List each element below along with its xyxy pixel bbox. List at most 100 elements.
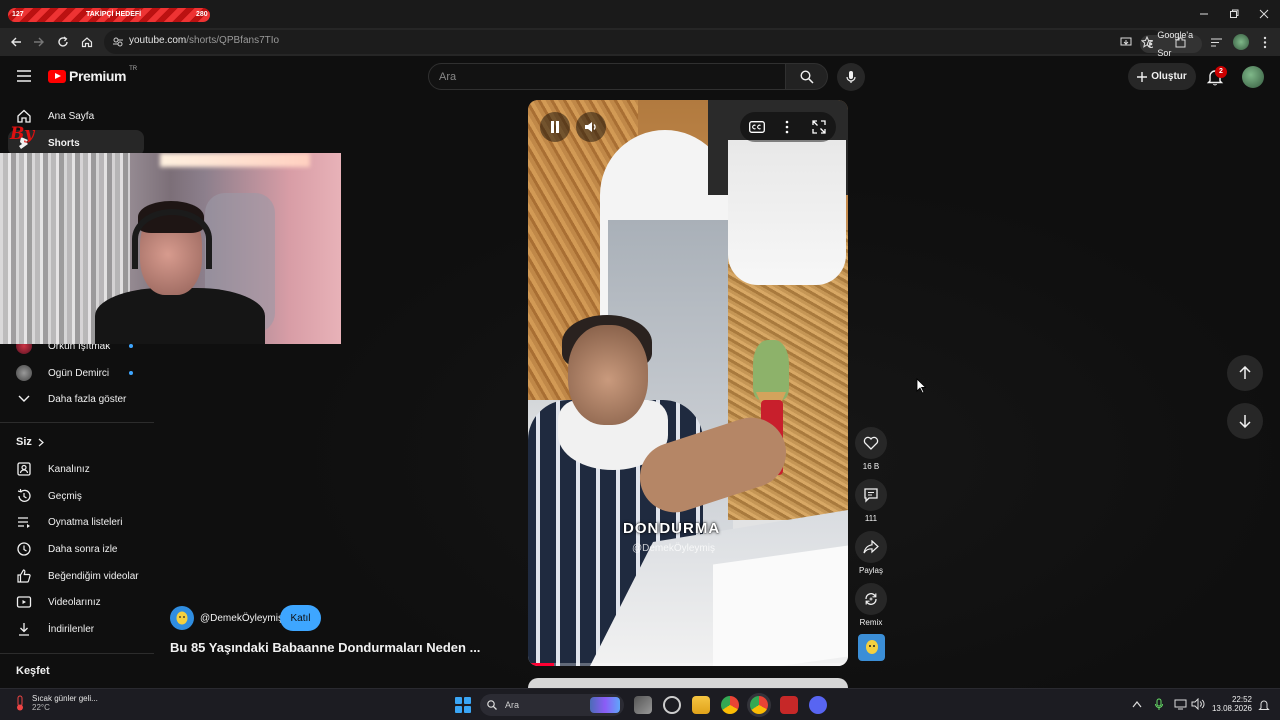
channel-thumbnail[interactable] [858,634,885,661]
speaker-icon[interactable] [1191,698,1205,710]
reload-button[interactable] [53,32,73,52]
thermometer-icon [17,695,23,711]
create-label: Oluştur [1151,71,1187,82]
browser-toolbar: youtube.com/shorts/QPBfans7TIo Google'a … [0,28,1280,58]
chrome-icon[interactable] [721,696,739,714]
browser-tab-bar: 127 TAKİPÇİ HEDEFİ 280 [0,0,1280,28]
sidebar-item-history[interactable]: Geçmiş [8,483,144,509]
close-window-button[interactable] [1248,4,1280,24]
system-clock[interactable]: 22:52 13.08.2026 [1210,695,1252,713]
maximize-button[interactable] [1218,4,1250,24]
channel-name[interactable]: @DemekÖyleymiş [200,613,283,624]
chrome-active-icon[interactable] [750,696,768,714]
comments-button[interactable]: 111 [855,479,887,523]
sidebar-item-label: Shorts [48,137,80,149]
sidebar-item-label: Videolarınız [48,596,101,608]
network-icon[interactable] [1174,698,1188,710]
install-app-icon[interactable] [1120,36,1132,48]
task-view-icon[interactable] [634,696,652,714]
channel-avatar[interactable] [170,606,194,630]
weather-widget[interactable]: Sıcak günler geli... 22°C [14,694,98,712]
sidebar-item-playlists[interactable]: Oynatma listeleri [8,509,144,535]
next-short-button[interactable] [1227,403,1263,439]
sidebar-divider [0,422,154,423]
previous-short-button[interactable] [1227,355,1263,391]
volume-button[interactable] [576,112,606,142]
sidebar-item-liked-videos[interactable]: Beğendiğim videolar [8,563,144,589]
remix-button[interactable]: Remix [855,583,887,627]
create-button[interactable]: Oluştur [1128,63,1196,90]
sidebar-item-downloads[interactable]: İndirilenler [8,616,144,642]
search-button[interactable] [786,63,828,90]
heart-icon [863,436,879,450]
search-highlight-image [590,697,620,713]
sidebar-item-your-channel[interactable]: Kanalınız [8,456,144,482]
start-button[interactable] [455,697,471,713]
home-button[interactable] [77,32,97,52]
taskbar-search-label: Ara [505,700,520,710]
history-icon [17,488,31,502]
hamburger-menu-icon[interactable] [17,70,31,82]
arrow-right-icon [34,37,44,47]
clock-icon [17,542,31,556]
join-button[interactable]: Katıl [280,605,321,631]
clock-time: 22:52 [1231,695,1252,704]
bookmark-star-icon[interactable] [1141,36,1153,48]
short-video-player[interactable]: DONDURMA @DemekÖyleymiş [528,100,848,666]
chevron-right-icon [38,438,44,446]
video-title[interactable]: Bu 85 Yaşındaki Babaanne Dondurmaları Ne… [170,640,480,655]
video-progress-bar[interactable] [528,663,848,666]
reload-icon [58,36,68,47]
reading-list-icon[interactable] [1210,36,1223,49]
app-red-icon[interactable] [780,696,798,714]
tray-microphone-icon[interactable] [1154,698,1164,711]
sidebar-item-label: İndirilenler [48,623,95,635]
minimize-button[interactable] [1188,4,1220,24]
like-button[interactable]: 16 B [855,427,887,471]
arrow-down-icon [1239,415,1251,428]
sidebar-subscription-ogun[interactable]: Ogün Demirci [8,360,144,386]
show-more-button[interactable]: Daha fazla göster [8,386,144,412]
video-person-head [568,325,648,425]
weather-title: Sıcak günler geli... [32,694,98,703]
sidebar-item-watch-later[interactable]: Daha sonra izle [8,536,144,562]
sidebar-item-your-videos[interactable]: Videolarınız [8,589,144,615]
app-icon-ring[interactable] [663,696,681,714]
explore-section-title: Keşfet [16,665,50,677]
forward-button[interactable] [29,32,49,52]
remix-label: Remix [859,618,883,627]
captions-icon[interactable] [749,121,765,133]
sidebar-item-label: Kanalınız [48,463,90,475]
close-icon [1259,9,1269,19]
extensions-icon[interactable] [1174,36,1187,49]
subscription-label: Ogün Demirci [48,367,110,379]
back-button[interactable] [6,32,26,52]
clock-date: 13.08.2026 [1211,704,1252,713]
chevron-down-icon [18,395,30,402]
pause-button[interactable] [540,112,570,142]
more-vertical-icon[interactable] [1260,36,1270,49]
address-bar[interactable]: youtube.com/shorts/QPBfans7TIo Google'a … [104,30,1202,58]
search-input[interactable] [429,64,759,89]
you-section-title[interactable]: Siz [16,436,44,448]
notification-bell-icon[interactable] [1258,698,1270,712]
search-icon [487,700,497,710]
remix-icon [865,593,877,605]
account-avatar[interactable] [1242,66,1264,88]
ice-cream [753,340,789,400]
youtube-premium-logo[interactable]: Premium TR [48,66,137,84]
discord-icon[interactable] [809,696,827,714]
file-explorer-icon[interactable] [692,696,710,714]
follower-count-left: 127 [12,11,24,18]
fullscreen-icon[interactable] [812,120,826,134]
chevron-up-icon[interactable] [1132,700,1142,708]
sidebar-item-label: Geçmiş [48,490,82,502]
url-path: /shorts/QPBfans7TIo [186,35,280,46]
follower-goal-overlay: 127 TAKİPÇİ HEDEFİ 280 [8,8,210,22]
channel-icon [17,462,31,476]
share-button[interactable]: Paylaş [855,531,887,575]
browser-profile-avatar[interactable] [1233,34,1249,50]
taskbar-search[interactable]: Ara [480,694,624,716]
voice-search-button[interactable] [837,63,865,91]
more-options-icon[interactable] [784,120,790,134]
